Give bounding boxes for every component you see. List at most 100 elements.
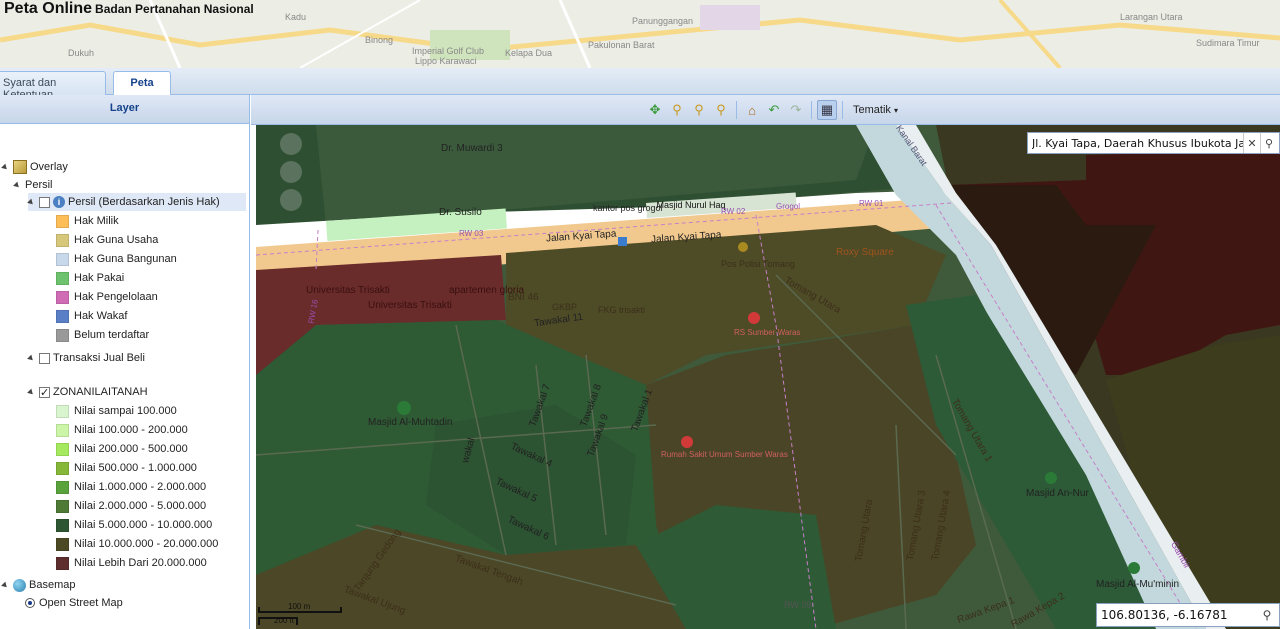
scale-imperial-label: 200 ft [274, 616, 295, 625]
info-icon[interactable]: i [53, 196, 65, 208]
app-subtitle: Badan Pertanahan Nasional [95, 2, 254, 16]
tematik-label: Tematik [853, 104, 891, 116]
map-place-label: Lippo Karawaci [415, 56, 477, 66]
hospital-marker-icon[interactable] [681, 436, 693, 448]
bus-stop-icon[interactable] [618, 237, 627, 246]
expand-icon[interactable] [1, 163, 9, 171]
map-rw-label: RW 01 [859, 199, 884, 208]
location-search: ✕ ⚲ [1027, 132, 1280, 154]
legend-label: Belum terdaftar [74, 329, 150, 341]
tree-node-transaksi[interactable]: Transaksi Jual Beli [27, 349, 145, 367]
expand-icon[interactable] [1, 581, 9, 589]
search-icon[interactable]: ⚲ [1260, 133, 1277, 153]
tab-bar: Syarat dan Ketentuan Peta [0, 68, 1280, 101]
map-view[interactable]: Dr. Muwardi 3 Dr. Susilo kantor pos grog… [256, 125, 1280, 629]
legend-item: Hak Pengelolaan [56, 288, 158, 306]
legend-label: Nilai 1.000.000 - 2.000.000 [74, 481, 207, 493]
coordinate-input[interactable] [1097, 608, 1257, 622]
map-poi-label: Universitas Trisakti [306, 285, 390, 296]
map-poi-label: apartemen gloria [449, 285, 525, 296]
layer-checkbox[interactable] [39, 384, 50, 402]
map-poi-label: RS Sumber Waras [734, 328, 801, 337]
expand-icon[interactable] [27, 354, 35, 362]
zoom-in-icon[interactable]: ⚲ [667, 100, 687, 120]
pan-icon[interactable]: ✥ [645, 100, 665, 120]
legend-swatch [56, 480, 69, 494]
hospital-marker-icon[interactable] [748, 312, 760, 324]
tree-label: Persil [25, 179, 53, 191]
chevron-down-icon: ▾ [893, 106, 898, 115]
expand-icon[interactable] [27, 198, 35, 206]
map-rw-label: Grogol [776, 202, 801, 211]
legend-item: Hak Guna Bangunan [56, 250, 177, 268]
app-title-block: Peta Online Badan Pertanahan Nasional [4, 0, 254, 18]
expand-icon[interactable] [27, 388, 35, 396]
legend-item: Hak Wakaf [56, 307, 127, 325]
map-poi-label: GKBP [552, 302, 578, 312]
search-icon[interactable]: ⚲ [1257, 604, 1277, 626]
legend-swatch [56, 518, 69, 532]
map-poi-label: Masjid Al-Mu'minin [1096, 579, 1180, 590]
mosque-marker-icon[interactable] [1045, 472, 1057, 484]
map-place-label: Imperial Golf Club [412, 46, 485, 56]
legend-swatch [56, 290, 69, 304]
app-header: Peta Online Badan Pertanahan Nasional Kad… [0, 0, 1280, 68]
zoom-control[interactable] [280, 133, 304, 223]
legend-item: Nilai 2.000.000 - 5.000.000 [56, 497, 206, 515]
overlay-folder-icon [13, 160, 27, 174]
map-canvas[interactable] [256, 125, 1280, 629]
map-street-label: Dr. Muwardi 3 [441, 143, 503, 154]
tree-node-overlay[interactable]: Overlay [1, 158, 68, 176]
zoom-plus-icon[interactable] [280, 161, 302, 183]
mosque-marker-icon[interactable] [1128, 562, 1140, 574]
legend-label: Hak Pakai [74, 272, 125, 284]
legend-item: Nilai 200.000 - 500.000 [56, 440, 188, 458]
legend-item: Nilai sampai 100.000 [56, 402, 177, 420]
zoom-box-icon[interactable]: ⚲ [689, 100, 709, 120]
legend-swatch [56, 309, 69, 323]
zoom-out-icon[interactable]: ⚲ [711, 100, 731, 120]
legend-label: Hak Milik [74, 215, 119, 227]
layer-checkbox[interactable] [39, 352, 50, 364]
zoom-minus-icon[interactable] [280, 189, 302, 211]
tematik-dropdown[interactable]: Tematik ▾ [847, 101, 904, 119]
tab-syarat[interactable]: Syarat dan Ketentuan [0, 71, 106, 101]
tree-node-zona[interactable]: ZONANILAITANAH [27, 383, 148, 402]
tree-node-osm[interactable]: Open Street Map [25, 594, 123, 612]
map-poi-label: Masjid Al-Muhtadin [368, 417, 453, 428]
mosque-marker-icon[interactable] [397, 401, 411, 415]
map-poi-label: BNI 46 [508, 292, 539, 303]
police-marker-icon[interactable] [738, 242, 748, 252]
layer-checkbox[interactable] [39, 196, 50, 208]
legend-label: Nilai 2.000.000 - 5.000.000 [74, 500, 207, 512]
legend-item: Hak Guna Usaha [56, 231, 158, 249]
map-poi-label: Pos Polisi Tomang [721, 259, 795, 269]
legend-label: Nilai 10.000.000 - 20.000.000 [74, 538, 219, 550]
globe-icon [13, 578, 26, 592]
legend-label: Nilai 200.000 - 500.000 [74, 443, 188, 455]
layer-panel: Layer Overlay Persil i Persil (Berdasark… [0, 95, 250, 629]
tree-node-basemap[interactable]: Basemap [1, 576, 75, 594]
legend-item: Nilai 100.000 - 200.000 [56, 421, 188, 439]
legend-swatch [56, 214, 69, 228]
home-icon[interactable]: ⌂ [742, 100, 762, 120]
basemap-radio[interactable] [25, 598, 35, 608]
legend-label: Nilai 500.000 - 1.000.000 [74, 462, 197, 474]
tree-node-persil-jenis-hak[interactable]: i Persil (Berdasarkan Jenis Hak) [27, 193, 246, 211]
map-poi-label: Rumah Sakit Umum Sumber Waras [661, 450, 788, 459]
scale-bar: 100 m 200 ft [258, 599, 344, 627]
measure-icon[interactable]: ▦ [817, 100, 837, 120]
tree-node-persil[interactable]: Persil [13, 176, 53, 194]
location-search-input[interactable] [1028, 136, 1243, 150]
legend-swatch [56, 423, 69, 437]
legend-item: Nilai 500.000 - 1.000.000 [56, 459, 197, 477]
clear-search-icon[interactable]: ✕ [1243, 133, 1260, 153]
layer-panel-title: Layer [0, 95, 249, 124]
expand-icon[interactable] [13, 181, 21, 189]
pan-control-icon[interactable] [280, 133, 302, 155]
tree-label: Open Street Map [39, 597, 123, 609]
legend-swatch [56, 537, 69, 551]
tab-peta[interactable]: Peta [113, 71, 171, 96]
redo-icon[interactable]: ↷ [786, 100, 806, 120]
undo-icon[interactable]: ↶ [764, 100, 784, 120]
